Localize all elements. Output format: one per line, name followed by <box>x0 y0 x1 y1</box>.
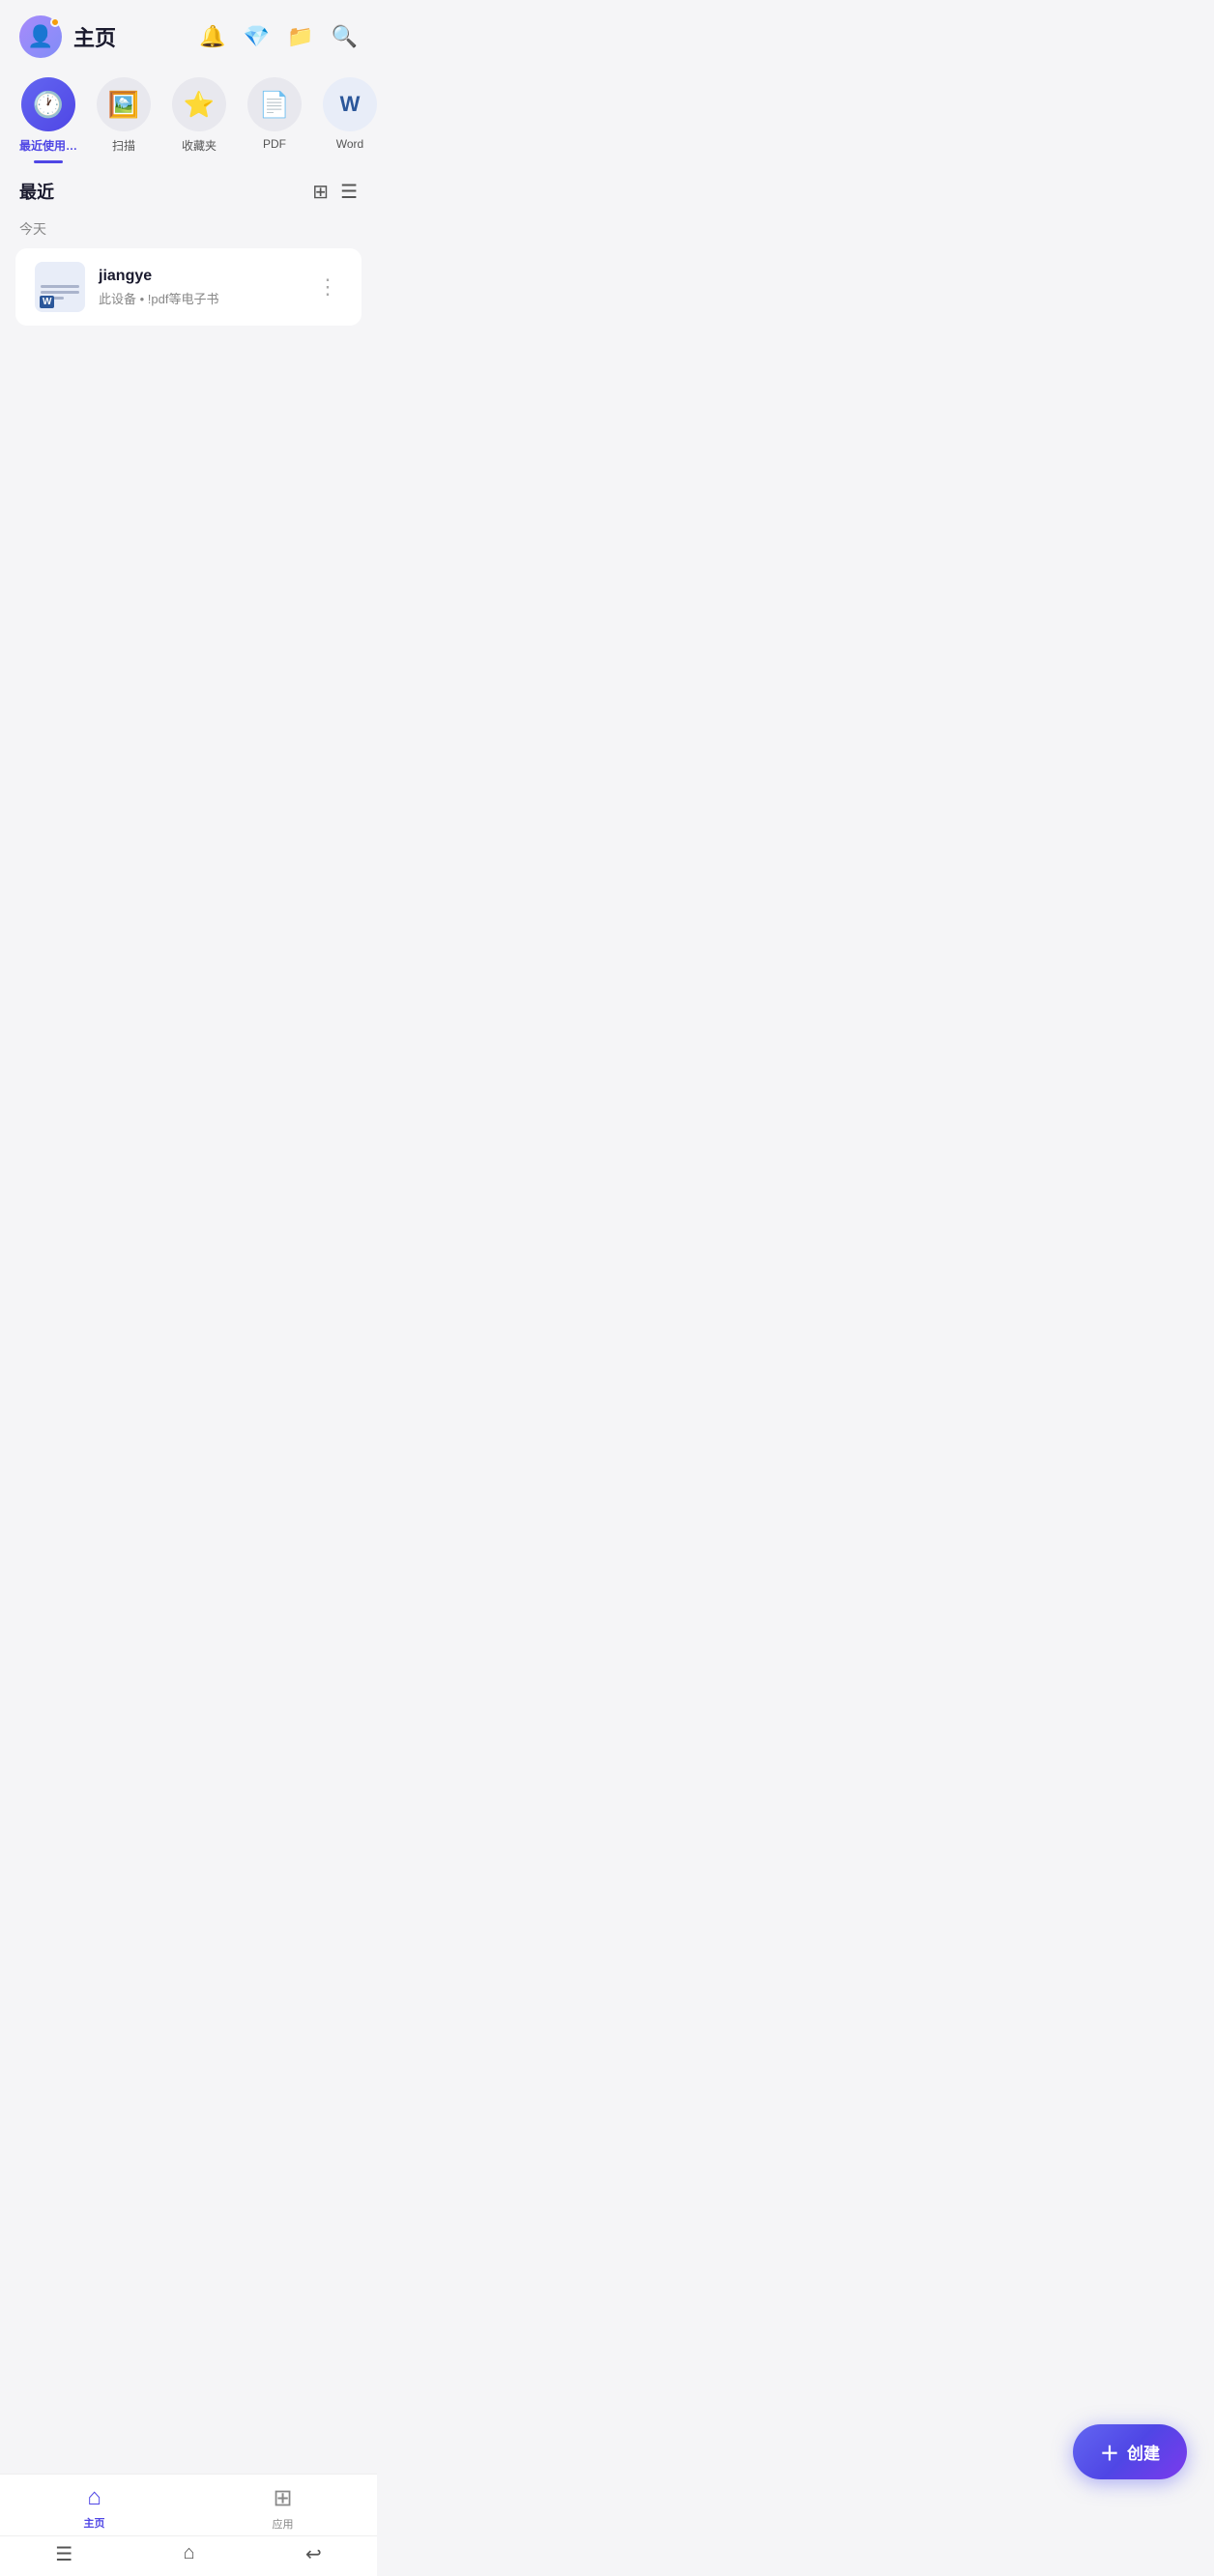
recent-icon: 🕐 <box>33 90 64 120</box>
date-label: 今天 <box>19 221 46 237</box>
tab-word[interactable]: W Word <box>317 77 377 163</box>
folder-icon[interactable]: 📁 <box>287 24 313 49</box>
file-info: jiangye 此设备 • !pdf等电子书 <box>99 268 300 307</box>
nav-home[interactable]: ⌂ 主页 <box>61 2484 129 2532</box>
list-view-icon[interactable]: ☰ <box>340 180 358 204</box>
category-tabs: 🕐 最近使用… 🖼️ 扫描 ⭐ 收藏夹 📄 PDF W Word <box>0 70 377 163</box>
bottom-nav-items: ⌂ 主页 ⊞ 应用 <box>0 2475 377 2535</box>
recent-icon-wrap: 🕐 <box>21 77 75 131</box>
file-list: W jiangye 此设备 • !pdf等电子书 ⋮ <box>0 248 377 326</box>
scan-icon-wrap: 🖼️ <box>97 77 151 131</box>
recent-label: 最近使用… <box>19 137 77 154</box>
tab-favorites[interactable]: ⭐ 收藏夹 <box>166 77 232 163</box>
thumb-line-1 <box>41 285 79 288</box>
thumb-line-2 <box>41 291 79 294</box>
favorites-label: 收藏夹 <box>182 137 217 154</box>
active-indicator <box>34 160 63 163</box>
nav-apps[interactable]: ⊞ 应用 <box>249 2484 317 2532</box>
grid-view-icon[interactable]: ⊞ <box>312 180 329 204</box>
apps-nav-icon: ⊞ <box>273 2484 292 2512</box>
word-icon-wrap: W <box>323 77 377 131</box>
file-thumbnail: W <box>35 262 85 312</box>
create-label: 创建 <box>1127 2440 1160 2464</box>
section-header: 最近 ⊞ ☰ <box>0 163 377 212</box>
scan-label: 扫描 <box>112 137 135 154</box>
file-more-button[interactable]: ⋮ <box>313 271 342 303</box>
system-home-icon[interactable]: ⌂ <box>184 2542 195 2566</box>
header-actions: 🔔 💎 📁 🔍 <box>199 24 358 49</box>
section-title: 最近 <box>19 179 54 204</box>
header: 👤 主页 🔔 💎 📁 🔍 <box>0 0 377 70</box>
create-plus-icon: ＋ <box>1100 2438 1119 2466</box>
diamond-icon[interactable]: 💎 <box>244 24 270 49</box>
page-title: 主页 <box>73 21 188 52</box>
notification-icon[interactable]: 🔔 <box>199 24 225 49</box>
file-item[interactable]: W jiangye 此设备 • !pdf等电子书 ⋮ <box>15 248 361 326</box>
home-nav-icon: ⌂ <box>87 2484 101 2511</box>
bottom-nav: ⌂ 主页 ⊞ 应用 ☰ ⌂ ↩ <box>0 2474 377 2576</box>
avatar-icon: 👤 <box>27 24 53 49</box>
word-badge: W <box>40 296 54 308</box>
date-separator: 今天 <box>0 212 377 243</box>
pdf-icon-wrap: 📄 <box>247 77 302 131</box>
system-menu-icon[interactable]: ☰ <box>55 2542 72 2566</box>
view-toggle: ⊞ ☰ <box>312 180 358 204</box>
favorites-icon: ⭐ <box>184 90 215 120</box>
tab-recent[interactable]: 🕐 最近使用… <box>15 77 81 163</box>
file-name: jiangye <box>99 268 300 285</box>
apps-nav-label: 应用 <box>273 2516 294 2532</box>
pdf-label: PDF <box>263 137 286 151</box>
pdf-icon: 📄 <box>259 90 290 120</box>
file-meta: 此设备 • !pdf等电子书 <box>99 289 300 307</box>
avatar-notification-dot <box>50 17 60 27</box>
search-icon[interactable]: 🔍 <box>332 24 358 49</box>
avatar[interactable]: 👤 <box>19 15 62 58</box>
favorites-icon-wrap: ⭐ <box>172 77 226 131</box>
scan-icon: 🖼️ <box>108 90 139 120</box>
tab-pdf[interactable]: 📄 PDF <box>242 77 307 163</box>
word-label: Word <box>336 137 363 151</box>
tab-scan[interactable]: 🖼️ 扫描 <box>91 77 157 163</box>
word-icon: W <box>340 92 361 117</box>
system-bar: ☰ ⌂ ↩ <box>0 2535 377 2576</box>
home-nav-label: 主页 <box>84 2515 105 2531</box>
system-back-icon[interactable]: ↩ <box>305 2542 322 2566</box>
create-button[interactable]: ＋ 创建 <box>1073 2424 1187 2479</box>
